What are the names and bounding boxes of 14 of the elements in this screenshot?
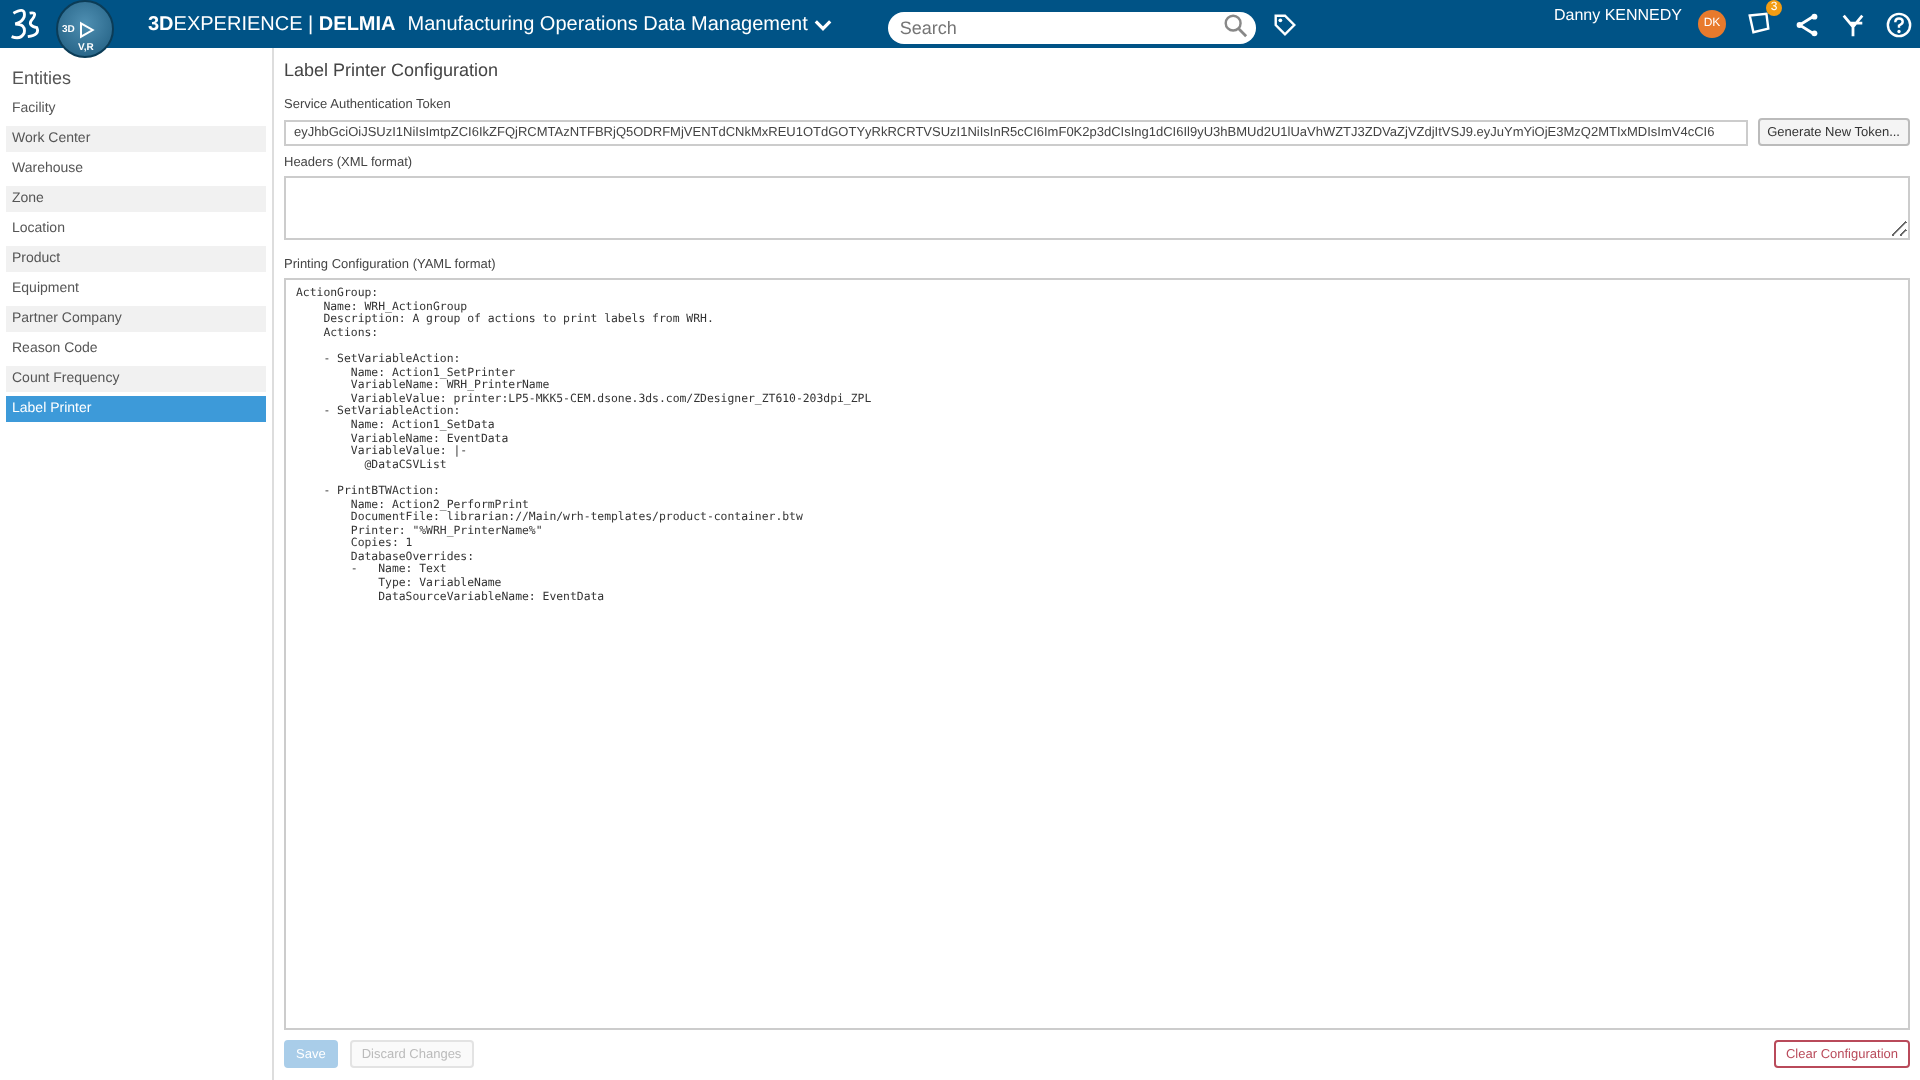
app-title[interactable]: Manufacturing Operations Data Management (407, 13, 832, 35)
page-title: Label Printer Configuration (284, 60, 501, 80)
sidebar-title: Entities (12, 68, 72, 88)
help-icon[interactable] (1886, 11, 1912, 37)
tag-icon[interactable] (1271, 11, 1298, 37)
search-field[interactable]: Search (887, 12, 1256, 44)
brand-name: 3DEXPERIENCE | DELMIA (148, 13, 396, 35)
chevron-icon (813, 15, 832, 33)
headers-field[interactable] (284, 176, 1910, 240)
user-name[interactable]: Danny KENNEDY (1553, 6, 1682, 24)
logo-icon[interactable] (8, 6, 44, 42)
share-icon[interactable] (1794, 11, 1820, 37)
search-icon[interactable] (1221, 11, 1248, 37)
play-icon[interactable] (75, 19, 95, 39)
